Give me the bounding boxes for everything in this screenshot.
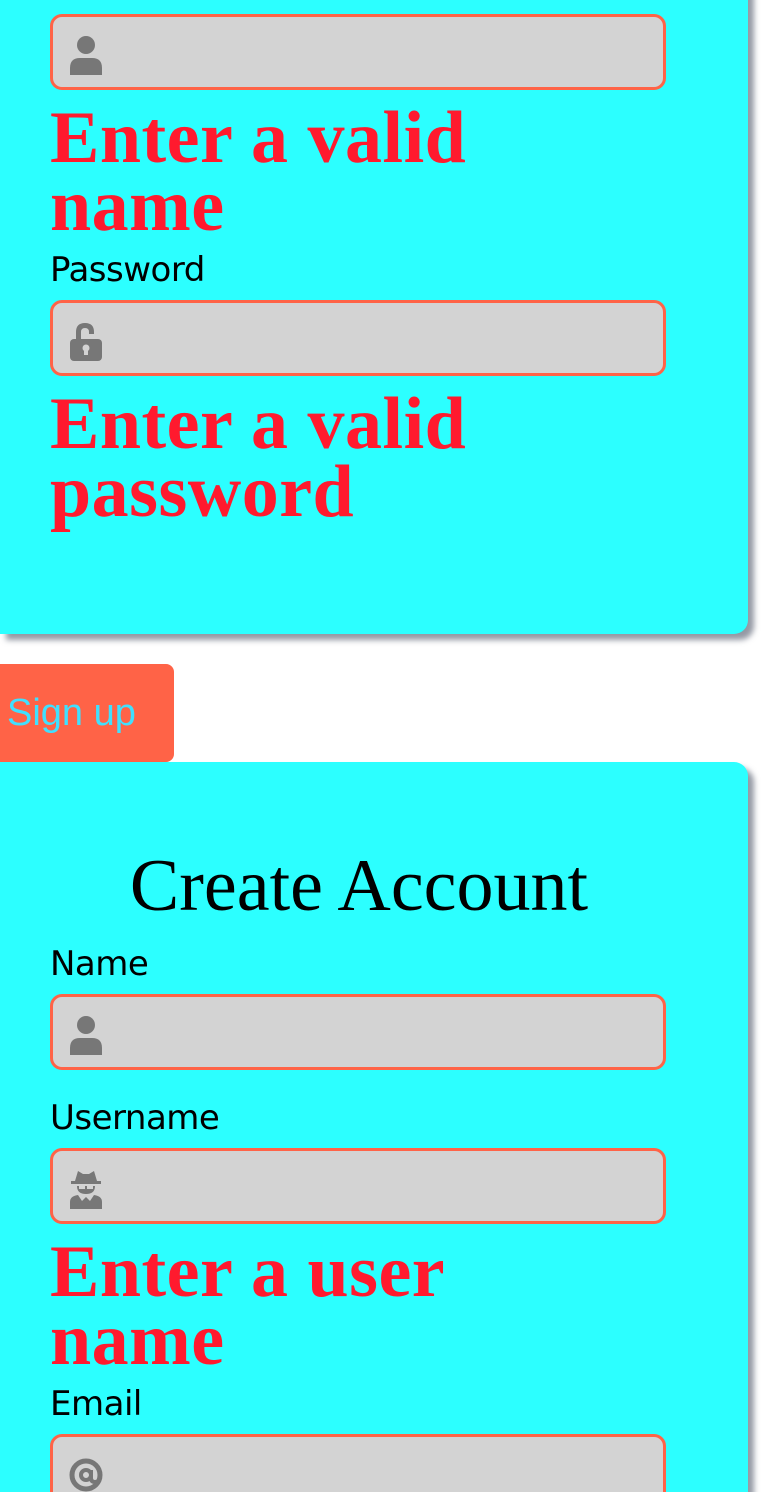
password-field[interactable]	[50, 300, 666, 376]
password-label: Password	[50, 250, 205, 290]
username-field[interactable]	[50, 1148, 666, 1224]
login-card: Enter a valid name Password Enter a vali…	[0, 0, 748, 634]
name-field[interactable]	[50, 14, 666, 90]
username-error: Enter a user name	[50, 1231, 444, 1381]
email-label: Email	[50, 1384, 142, 1424]
email-field[interactable]	[50, 1434, 666, 1492]
user-icon	[68, 35, 104, 75]
email-input[interactable]	[115, 1437, 655, 1492]
user-secret-icon	[68, 1169, 104, 1209]
name-error: Enter a valid name	[50, 97, 467, 247]
name-label: Name	[50, 944, 149, 984]
password-input[interactable]	[115, 303, 655, 373]
password-error: Enter a valid password	[50, 383, 467, 533]
form-title: Create Account	[129, 845, 589, 927]
username-input[interactable]	[115, 1151, 655, 1221]
at-icon	[68, 1455, 104, 1492]
user-icon	[68, 1015, 104, 1055]
signup-name-input[interactable]	[115, 997, 655, 1067]
name-input[interactable]	[115, 17, 655, 87]
unlock-icon	[68, 321, 104, 361]
signup-card: Create Account Name Username Enter a use…	[0, 762, 748, 1492]
signup-name-field[interactable]	[50, 994, 666, 1070]
username-label: Username	[50, 1098, 220, 1138]
sign-up-button[interactable]: Sign up	[0, 664, 174, 762]
